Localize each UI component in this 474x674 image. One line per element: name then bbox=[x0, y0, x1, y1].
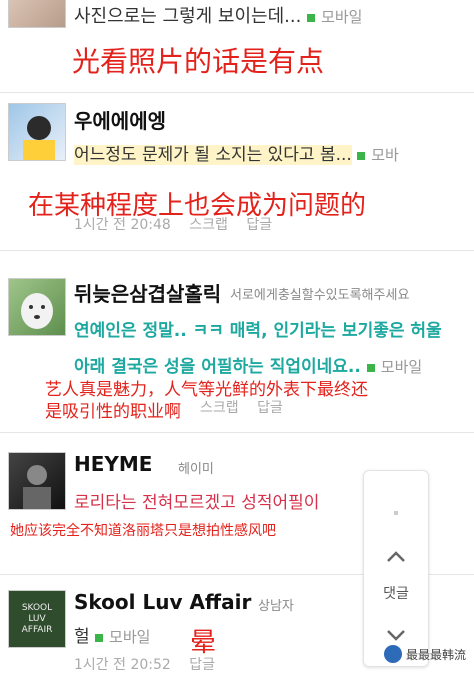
comment-text: 헐 모바일 bbox=[74, 622, 150, 647]
author-name[interactable]: 우에에에엥 bbox=[74, 105, 166, 134]
avatar-photo-icon bbox=[23, 116, 55, 160]
author-name[interactable]: Skool Luv Affair bbox=[74, 590, 251, 614]
avatar-dog-icon bbox=[21, 293, 53, 329]
mobile-badge: 모바일 bbox=[95, 628, 150, 646]
author-name[interactable]: HEYME bbox=[74, 452, 152, 476]
author-name[interactable]: 뒤늦은삼겹살홀릭 bbox=[74, 278, 221, 307]
divider bbox=[0, 92, 474, 93]
avatar[interactable] bbox=[8, 0, 66, 28]
comment-text-line1: 연예인은 정말.. ㅋㅋ 매력, 인기라는 보기좋은 허울 bbox=[74, 321, 442, 341]
comment-text: 로리타는 전혀모르겠고 성적어필이 bbox=[74, 493, 320, 513]
comment-nav-panel: 댓글 bbox=[363, 470, 429, 667]
comment-screen: 사진으로는 그렇게 보이는데... 모바일 光看照片的话是有点 우에에에엥 어느… bbox=[0, 0, 474, 673]
watermark: 最最最韩流 bbox=[383, 645, 466, 663]
comment-label[interactable]: 댓글 bbox=[364, 583, 428, 603]
author-nickname: 서로에게충실할수있도록해주세요 bbox=[230, 288, 410, 303]
mobile-dot-icon bbox=[366, 363, 375, 372]
avatar-person-icon bbox=[23, 465, 51, 509]
scrap-link[interactable]: 스크랩 bbox=[200, 400, 239, 416]
chevron-up-icon[interactable] bbox=[382, 543, 410, 571]
author-nickname: 상남자 bbox=[258, 599, 294, 614]
avatar[interactable] bbox=[8, 452, 66, 510]
comment-text: 어느정도 문제가 될 소지는 있다고 봄... 모바 bbox=[74, 140, 399, 165]
mobile-badge: 모바일 bbox=[366, 358, 422, 376]
comment-meta: 스크랩 답글 bbox=[200, 397, 297, 417]
panel-dot bbox=[394, 511, 398, 515]
mobile-dot-icon bbox=[95, 633, 104, 642]
wechat-logo-icon bbox=[383, 645, 402, 663]
reply-link[interactable]: 답글 bbox=[257, 400, 283, 416]
mobile-dot-icon bbox=[307, 13, 316, 22]
avatar[interactable]: SKOOL LUV AFFAIR bbox=[8, 590, 66, 648]
author-nickname: 헤이미 bbox=[178, 462, 214, 477]
comment-text-content: 사진으로는 그렇게 보이는데... bbox=[74, 6, 302, 27]
avatar-logo-text: SKOOL LUV AFFAIR bbox=[21, 602, 53, 635]
annotation-5: 晕 bbox=[190, 628, 217, 658]
annotation-2: 在某种程度上也会成为问题的 bbox=[28, 191, 367, 221]
comment-text: 사진으로는 그렇게 보이는데... 모바일 bbox=[74, 2, 362, 28]
mobile-badge: 모바 bbox=[357, 146, 399, 164]
avatar[interactable] bbox=[8, 103, 66, 161]
annotation-3-line2: 是吸引性的职业啊 bbox=[45, 402, 181, 422]
annotation-1: 光看照片的话是有点 bbox=[72, 45, 325, 78]
watermark-text: 最最最韩流 bbox=[405, 647, 466, 662]
divider bbox=[0, 432, 474, 433]
mobile-dot-icon bbox=[357, 151, 366, 160]
comment-text-content: 어느정도 문제가 될 소지는 있다고 봄... bbox=[74, 145, 352, 165]
annotation-4: 她应该完全不知道洛丽塔只是想拍性感风吧 bbox=[10, 523, 276, 539]
divider bbox=[0, 250, 474, 251]
comment-text-content: 헐 bbox=[74, 627, 90, 647]
comment-text-line2: 아래 결국은 성을 어필하는 직업이네요.. 모바일 bbox=[74, 357, 423, 377]
avatar[interactable] bbox=[8, 278, 66, 336]
mobile-badge: 모바일 bbox=[307, 8, 362, 26]
